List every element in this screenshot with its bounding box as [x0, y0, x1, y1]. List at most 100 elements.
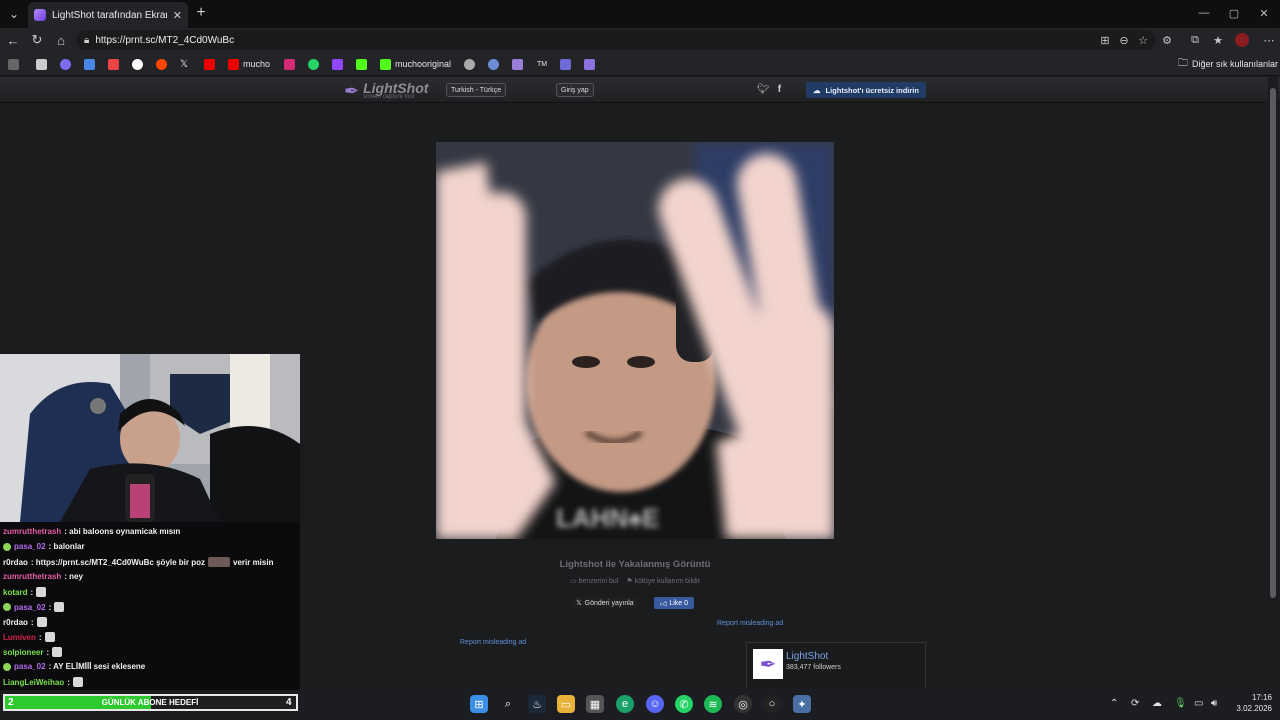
search-icon[interactable]: ⌕: [499, 695, 517, 713]
bookmark-shield-2[interactable]: [584, 57, 595, 71]
twitter-bird-icon[interactable]: 🐦︎: [757, 84, 770, 95]
close-tab-icon[interactable]: ✕: [173, 9, 182, 22]
bookmark-muchooriginal[interactable]: muchooriginal: [380, 57, 451, 71]
home-icon[interactable]: ⌂: [52, 31, 70, 49]
tab-actions-chevron-icon[interactable]: ⌄: [4, 4, 24, 24]
login-button[interactable]: Giriş yap: [556, 83, 594, 97]
bookmark-twitch-icon[interactable]: [332, 57, 343, 71]
app-available-icon[interactable]: ⊞: [1098, 33, 1112, 47]
back-arrow-icon[interactable]: ←: [4, 31, 22, 49]
bookmark-mucho[interactable]: mucho: [228, 57, 270, 71]
more-menu-icon[interactable]: ⋯: [1262, 33, 1276, 47]
lightshot-facebook-card[interactable]: ✒ LightShot 383,477 followers: [746, 642, 926, 690]
language-select[interactable]: Turkish - Türkçe: [446, 83, 507, 97]
cloud-icon[interactable]: ☁: [1152, 698, 1162, 709]
chat-username[interactable]: r0rdao: [3, 618, 28, 627]
download-button[interactable]: ☁ Lightshot'ı ücretsiz indirin: [806, 82, 926, 98]
report-ad-link-2[interactable]: Report misleading ad: [460, 639, 526, 646]
bookmark-3[interactable]: [84, 57, 95, 71]
system-clock[interactable]: 17:16 3.02.2026: [1228, 692, 1272, 714]
chat-text: : AY ELİMİİİ sesi eklesene: [48, 662, 146, 671]
chat-username[interactable]: Lumiven: [3, 633, 36, 642]
screenshot-image: LAHN♠E: [436, 142, 834, 539]
bookmark-instagram-icon[interactable]: [284, 57, 295, 71]
bookmark-2[interactable]: [60, 57, 71, 71]
minimize-icon[interactable]: —: [1190, 4, 1218, 22]
favorite-star-icon[interactable]: ☆: [1136, 33, 1150, 47]
chat-badge-icon: [3, 542, 11, 551]
bookmark-tm[interactable]: TM: [536, 57, 549, 71]
sub-goal-target: 4: [286, 697, 292, 708]
extensions-icon[interactable]: ⚙: [1160, 33, 1174, 47]
chat-badge-icon: [3, 603, 11, 611]
chat-username[interactable]: pasa_02: [14, 542, 46, 551]
bookmark-youtube-icon[interactable]: [204, 57, 215, 71]
volume-icon[interactable]: 🔊︎: [1211, 698, 1217, 709]
image-search-icon: ▭: [570, 578, 579, 585]
whatsapp-icon[interactable]: ✆: [675, 695, 693, 713]
bookmark-gmail-icon[interactable]: [108, 57, 119, 71]
chat-message: Lumiven:: [3, 632, 55, 642]
post-on-x-button[interactable]: 𝕏 Gönderi yayınla: [572, 597, 638, 609]
folder-icon: 🗀︎: [1178, 57, 1188, 69]
chat-message: zumrutthetrash: ney: [3, 572, 83, 581]
bookmark-shield-1[interactable]: [560, 57, 571, 71]
file-explorer-icon[interactable]: ▭: [557, 695, 575, 713]
mic-icon[interactable]: 🎙︎: [1174, 698, 1187, 709]
bookmark-4[interactable]: [464, 57, 475, 71]
profile-avatar[interactable]: [1235, 33, 1249, 47]
tab-active[interactable]: LightShot tarafından Ekran Görüntü ✕: [28, 2, 188, 28]
edge-browser-icon[interactable]: e: [616, 695, 634, 713]
report-ad-link-1[interactable]: Report misleading ad: [717, 620, 783, 627]
stream-chat: zumrutthetrash: abi baloons oynamicak mı…: [0, 522, 300, 690]
sync-icon[interactable]: ⟳: [1131, 698, 1139, 709]
bookmark-5[interactable]: [488, 57, 499, 71]
bookmark-game-icon[interactable]: [8, 57, 19, 71]
facebook-icon[interactable]: f: [778, 84, 781, 95]
start-menu-icon[interactable]: ⊞: [470, 695, 488, 713]
bookmark-whatsapp-icon[interactable]: [308, 57, 319, 71]
youtube-icon: [228, 58, 239, 70]
chat-username[interactable]: solpioneer: [3, 648, 43, 657]
chat-text: : balonlar: [48, 542, 85, 551]
chat-username[interactable]: kotard: [3, 588, 27, 597]
facebook-like-button[interactable]: 👍︎ Like 0: [654, 597, 694, 609]
chat-username[interactable]: r0rdao: [3, 558, 28, 567]
chat-emote-icon: [52, 647, 63, 657]
refresh-icon[interactable]: ↻: [28, 31, 46, 49]
obs-icon[interactable]: ◎: [734, 695, 752, 713]
bookmark-1[interactable]: [36, 57, 47, 71]
app-blue-icon[interactable]: ✦: [793, 695, 811, 713]
bookmark-x-icon[interactable]: 𝕏: [180, 57, 188, 71]
report-abuse-link[interactable]: ⚑ kötüye kullanım bildir: [626, 577, 700, 585]
app-circle-icon[interactable]: ○: [763, 695, 781, 713]
bookmark-puzzle-icon[interactable]: [356, 57, 367, 71]
discord-icon[interactable]: ☺: [646, 695, 664, 713]
spotify-icon[interactable]: ≋: [704, 695, 722, 713]
bookmark-lightshot-icon[interactable]: [512, 57, 523, 71]
chat-text: : https://prnt.sc/MT2_4Cd0WuBc şöyle bir…: [30, 557, 205, 567]
chat-username[interactable]: zumrutthetrash: [3, 572, 61, 581]
scrollbar-thumb[interactable]: [1270, 88, 1276, 598]
zoom-icon[interactable]: ⊖: [1117, 33, 1131, 47]
close-window-icon[interactable]: ✕: [1250, 4, 1278, 22]
steam-icon[interactable]: ♨: [528, 695, 546, 713]
lightshot-logo[interactable]: ✒ LightShot screen capture tool: [344, 80, 434, 102]
store-icon[interactable]: ▦: [586, 695, 604, 713]
other-bookmarks[interactable]: 🗀︎ Diğer sık kullanılanlar: [1178, 57, 1278, 71]
favorites-icon[interactable]: ★: [1211, 33, 1225, 47]
show-hidden-icons[interactable]: ⌃: [1110, 698, 1118, 709]
find-similar-link[interactable]: ▭ benzerini bul: [570, 577, 618, 585]
chat-username[interactable]: LiangLeiWeihao: [3, 678, 64, 687]
address-bar[interactable]: 🔒︎ https://prnt.sc/MT2_4Cd0WuBc: [76, 30, 1156, 50]
chat-username[interactable]: pasa_02: [14, 662, 46, 671]
new-tab-button[interactable]: +: [192, 4, 210, 22]
chat-username[interactable]: pasa_02: [14, 603, 46, 612]
chat-username[interactable]: zumrutthetrash: [3, 527, 61, 536]
bookmark-reddit-icon[interactable]: [156, 57, 167, 71]
chat-emote-icon: [54, 602, 65, 612]
bookmark-google-icon[interactable]: [132, 57, 143, 71]
split-screen-icon[interactable]: ⧉: [1188, 33, 1202, 47]
display-icon[interactable]: ▭: [1194, 698, 1203, 709]
maximize-icon[interactable]: ▢: [1220, 4, 1248, 22]
